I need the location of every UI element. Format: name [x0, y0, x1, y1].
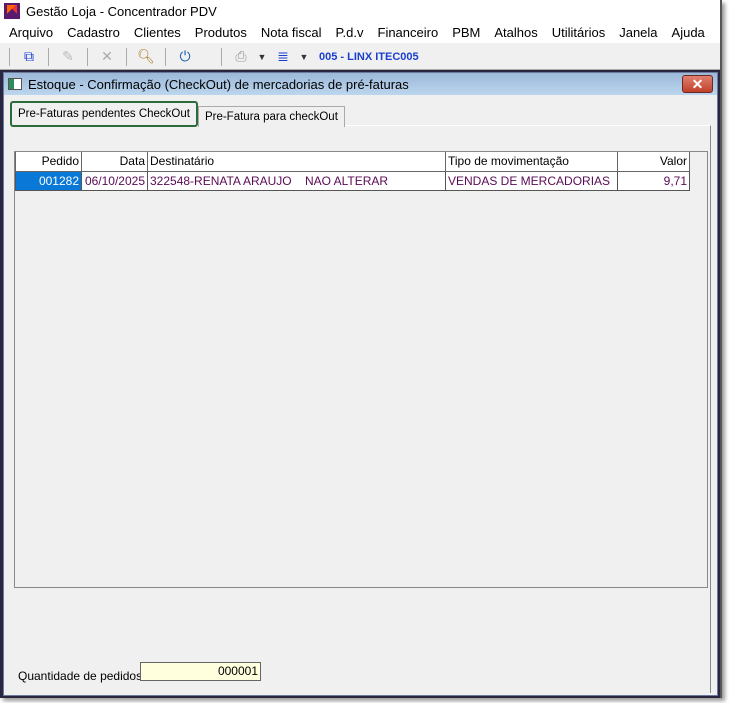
separator	[165, 47, 166, 66]
app-logo-icon	[4, 3, 20, 19]
toolbar: ⧉ ✎ ✕ 🔍︎ ⏻ ⎙ ▼ ≣ ▼ 005 - LINX ITEC005	[0, 44, 720, 70]
col-data[interactable]: Data	[81, 152, 148, 172]
orders-grid: Pedido Data Destinatário Tipo de movimen…	[14, 151, 708, 588]
delete-icon[interactable]: ✕	[95, 46, 119, 68]
cell-tipo[interactable]: VENDAS DE MERCADORIAS	[445, 170, 618, 191]
table-header: Pedido Data Destinatário Tipo de movimen…	[15, 152, 690, 172]
cell-pedido[interactable]: 001282	[15, 170, 82, 191]
menu-ajuda[interactable]: Ajuda	[665, 25, 712, 40]
order-count-label: Quantidade de pedidos.:	[18, 669, 149, 683]
cell-destinatario[interactable]: 322548-RENATA ARAUJO NAO ALTERAR	[147, 170, 446, 191]
separator	[87, 47, 88, 66]
app-window: Gestão Loja - Concentrador PDV Arquivo C…	[0, 0, 722, 698]
separator	[48, 47, 49, 66]
menu-arquivo[interactable]: Arquivo	[2, 25, 60, 40]
menu-financeiro[interactable]: Financeiro	[371, 25, 446, 40]
chevron-down-icon[interactable]: ▼	[257, 46, 267, 68]
checkout-window: Estoque - Confirmação (CheckOut) de merc…	[3, 72, 718, 696]
power-icon[interactable]: ⏻	[173, 46, 197, 68]
col-tipo[interactable]: Tipo de movimentação	[445, 152, 618, 172]
col-valor[interactable]: Valor	[617, 152, 690, 172]
chevron-down-icon[interactable]: ▼	[299, 46, 309, 68]
order-count-field[interactable]: 000001	[140, 662, 261, 681]
menu-clientes[interactable]: Clientes	[127, 25, 188, 40]
copy-icon[interactable]: ⧉	[17, 46, 41, 68]
menu-pbm[interactable]: PBM	[445, 25, 487, 40]
print-icon[interactable]: ⎙	[229, 46, 253, 68]
cell-data[interactable]: 06/10/2025	[81, 170, 148, 191]
title-bar: Gestão Loja - Concentrador PDV	[0, 0, 720, 22]
tab-pending-checkout[interactable]: Pre-Faturas pendentes CheckOut	[10, 101, 198, 127]
menu-cadastro[interactable]: Cadastro	[60, 25, 127, 40]
col-pedido[interactable]: Pedido	[15, 152, 82, 172]
col-destinatario[interactable]: Destinatário	[147, 152, 446, 172]
menu-bar: Arquivo Cadastro Clientes Produtos Nota …	[0, 22, 720, 43]
paste-icon[interactable]: ✎	[56, 46, 80, 68]
orders-table: Pedido Data Destinatário Tipo de movimen…	[15, 152, 690, 191]
separator	[126, 47, 127, 66]
table-row[interactable]: 001282 06/10/2025 322548-RENATA ARAUJO N…	[15, 170, 690, 191]
close-button[interactable]: ✕	[682, 75, 713, 93]
menu-produtos[interactable]: Produtos	[188, 25, 254, 40]
menu-utilitarios[interactable]: Utilitários	[545, 25, 612, 40]
menu-nota-fiscal[interactable]: Nota fiscal	[254, 25, 329, 40]
window-icon	[8, 78, 22, 90]
tab-invoice-checkout[interactable]: Pre-Fatura para checkOut	[197, 106, 345, 127]
mdi-area: Estoque - Confirmação (CheckOut) de merc…	[0, 70, 720, 698]
search-icon[interactable]: 🔍︎	[134, 46, 158, 68]
window-title: Estoque - Confirmação (CheckOut) de merc…	[28, 76, 409, 92]
menu-atalhos[interactable]: Atalhos	[487, 25, 544, 40]
toolbar-grip	[9, 47, 10, 66]
store-label: 005 - LINX ITEC005	[319, 50, 419, 63]
app-title: Gestão Loja - Concentrador PDV	[26, 3, 217, 19]
menu-janela[interactable]: Janela	[612, 25, 664, 40]
cell-valor[interactable]: 9,71	[617, 170, 690, 191]
tab-strip: Pre-Faturas pendentes CheckOut Pre-Fatur…	[10, 101, 345, 127]
export-icon[interactable]: ≣	[271, 46, 295, 68]
menu-pdv[interactable]: P.d.v	[329, 25, 371, 40]
separator	[221, 47, 222, 66]
window-title-bar: Estoque - Confirmação (CheckOut) de merc…	[4, 73, 717, 95]
